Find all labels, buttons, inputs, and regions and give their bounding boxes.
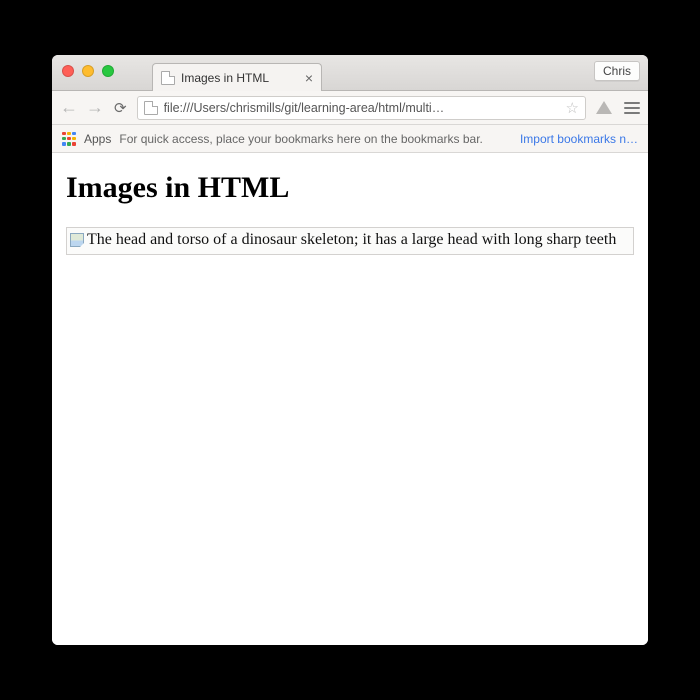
titlebar: Images in HTML × Chris — [52, 55, 648, 91]
browser-window: Images in HTML × Chris ← → ⟳ file:///Use… — [52, 55, 648, 645]
forward-button[interactable]: → — [86, 97, 104, 118]
close-window-button[interactable] — [62, 65, 74, 77]
traffic-lights — [62, 65, 114, 77]
profile-button[interactable]: Chris — [594, 61, 640, 81]
close-tab-icon[interactable]: × — [305, 71, 313, 85]
address-bar[interactable]: file:///Users/chrismills/git/learning-ar… — [137, 96, 586, 120]
bookmarks-hint: For quick access, place your bookmarks h… — [119, 132, 483, 146]
page-content: Images in HTML The head and torso of a d… — [52, 153, 648, 645]
fullscreen-window-button[interactable] — [102, 65, 114, 77]
page-heading: Images in HTML — [66, 171, 634, 205]
broken-image-placeholder: The head and torso of a dinosaur skeleto… — [66, 227, 634, 255]
google-drive-icon[interactable] — [596, 101, 612, 114]
minimize-window-button[interactable] — [82, 65, 94, 77]
broken-image-alt-text: The head and torso of a dinosaur skeleto… — [87, 230, 616, 250]
page-icon — [144, 101, 158, 115]
page-icon — [161, 71, 175, 85]
apps-icon[interactable] — [62, 132, 76, 146]
bookmark-star-icon[interactable]: ☆ — [566, 99, 579, 117]
reload-button[interactable]: ⟳ — [114, 99, 127, 117]
browser-tab[interactable]: Images in HTML × — [152, 63, 322, 91]
apps-label[interactable]: Apps — [84, 132, 111, 146]
menu-icon[interactable] — [624, 102, 640, 114]
import-bookmarks-link[interactable]: Import bookmarks n… — [520, 132, 638, 146]
broken-image-icon — [69, 232, 85, 248]
tab-title: Images in HTML — [181, 71, 269, 85]
url-text: file:///Users/chrismills/git/learning-ar… — [164, 101, 560, 115]
toolbar: ← → ⟳ file:///Users/chrismills/git/learn… — [52, 91, 648, 125]
bookmarks-bar: Apps For quick access, place your bookma… — [52, 125, 648, 153]
back-button[interactable]: ← — [60, 97, 78, 118]
